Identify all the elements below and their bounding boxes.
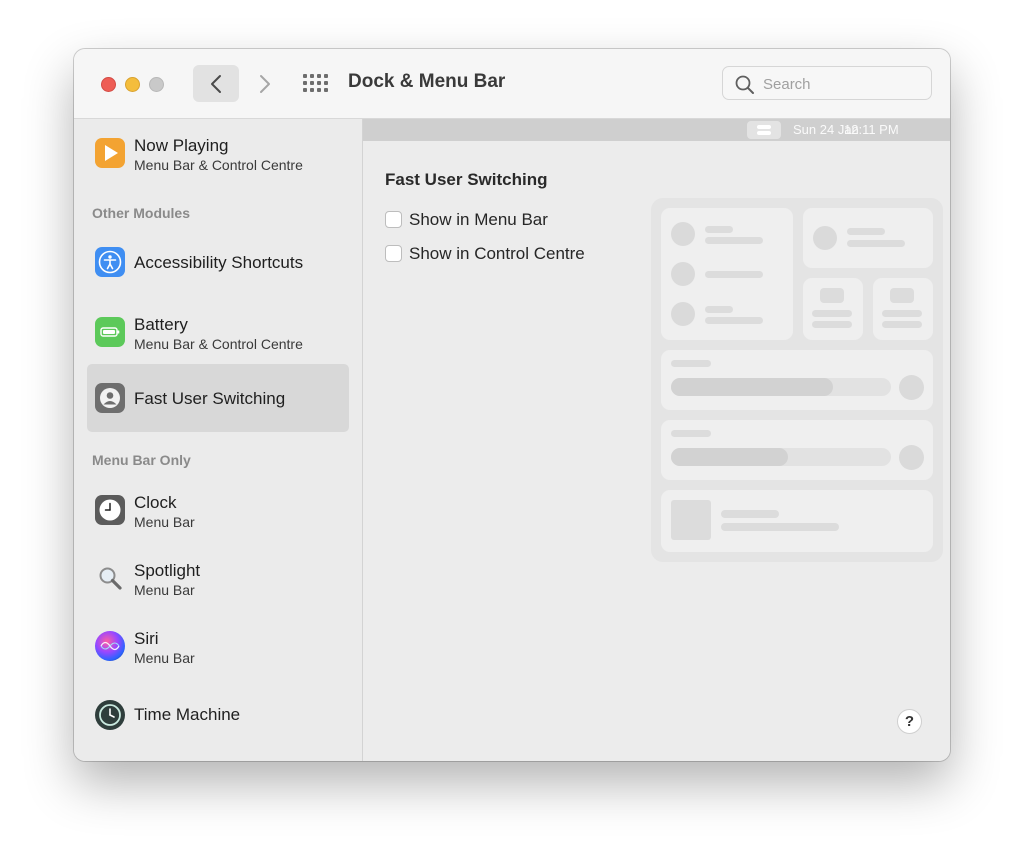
sidebar-item-subtitle: Menu Bar & Control Centre [134, 336, 303, 352]
sidebar-item-now-playing[interactable]: Now Playing Menu Bar & Control Centre [87, 125, 349, 181]
zoom-window-button[interactable] [149, 77, 164, 92]
preview-card [803, 208, 933, 268]
preview-card [803, 278, 863, 340]
sidebar-item-accessibility-shortcuts[interactable]: Accessibility Shortcuts [87, 237, 349, 287]
preview-card [661, 208, 793, 340]
section-heading-other-modules: Other Modules [92, 205, 191, 221]
sidebar-item-fast-user-switching[interactable]: Fast User Switching [87, 364, 349, 432]
siri-icon [95, 631, 125, 661]
checkbox-label: Show in Menu Bar [409, 210, 548, 229]
sidebar-item-time-machine[interactable]: Time Machine [87, 690, 349, 740]
preview-card [661, 490, 933, 552]
user-icon [95, 383, 125, 413]
search-icon [735, 75, 754, 94]
preview-card [873, 278, 933, 340]
control-centre-icon [747, 121, 781, 139]
battery-icon [95, 317, 125, 347]
clock-icon [95, 495, 125, 525]
sidebar-item-label: Time Machine [134, 705, 241, 724]
preferences-pane: Sun 24 Jan 12:11 PM Fast User Switching … [363, 119, 950, 761]
menu-bar-time: 12:11 PM [844, 122, 899, 137]
search-input[interactable] [761, 72, 925, 96]
time-machine-icon [95, 700, 125, 730]
preview-card [661, 420, 933, 480]
show-in-control-centre-checkbox[interactable] [385, 245, 402, 262]
system-preferences-window: Dock & Menu Bar Now Playing Menu Bar & C… [74, 49, 950, 761]
show-in-menu-bar-checkbox[interactable] [385, 211, 402, 228]
chevron-right-icon [260, 74, 270, 93]
sidebar-item-spotlight[interactable]: Spotlight Menu Bar [87, 550, 349, 606]
forward-button[interactable] [250, 65, 280, 102]
magnifier-icon [95, 563, 125, 593]
play-icon [95, 138, 125, 168]
sidebar: Now Playing Menu Bar & Control Centre Ot… [74, 119, 363, 761]
sidebar-item-label: Spotlight [134, 561, 201, 580]
sidebar-item-label: Battery [134, 315, 188, 334]
help-button[interactable]: ? [897, 709, 922, 734]
sidebar-item-subtitle: Menu Bar [134, 514, 195, 530]
close-window-button[interactable] [101, 77, 116, 92]
back-button[interactable] [193, 65, 239, 102]
title-bar: Dock & Menu Bar [74, 49, 950, 119]
sidebar-item-label: Siri [134, 629, 159, 648]
show-all-button[interactable] [301, 71, 329, 97]
control-centre-preview [651, 198, 943, 562]
search-field[interactable] [722, 66, 932, 100]
sidebar-item-subtitle: Menu Bar [134, 650, 195, 666]
sidebar-item-label: Fast User Switching [134, 389, 286, 408]
accessibility-icon [95, 247, 125, 277]
section-title: Fast User Switching [385, 170, 548, 189]
checkbox-label: Show in Control Centre [409, 244, 585, 263]
window-title: Dock & Menu Bar [348, 71, 506, 92]
sidebar-item-label: Now Playing [134, 136, 229, 155]
sidebar-item-label: Clock [134, 493, 177, 512]
menu-bar-preview: Sun 24 Jan 12:11 PM [363, 119, 950, 141]
minimize-window-button[interactable] [125, 77, 140, 92]
sidebar-item-subtitle: Menu Bar [134, 582, 195, 598]
sidebar-item-siri[interactable]: Siri Menu Bar [87, 618, 349, 674]
sidebar-item-subtitle: Menu Bar & Control Centre [134, 157, 303, 173]
sidebar-item-label: Accessibility Shortcuts [134, 253, 304, 272]
sidebar-item-clock[interactable]: Clock Menu Bar [87, 482, 349, 538]
chevron-left-icon [211, 74, 221, 93]
sidebar-item-battery[interactable]: Battery Menu Bar & Control Centre [87, 304, 349, 360]
preview-card [661, 350, 933, 410]
section-heading-menu-bar-only: Menu Bar Only [92, 452, 191, 468]
